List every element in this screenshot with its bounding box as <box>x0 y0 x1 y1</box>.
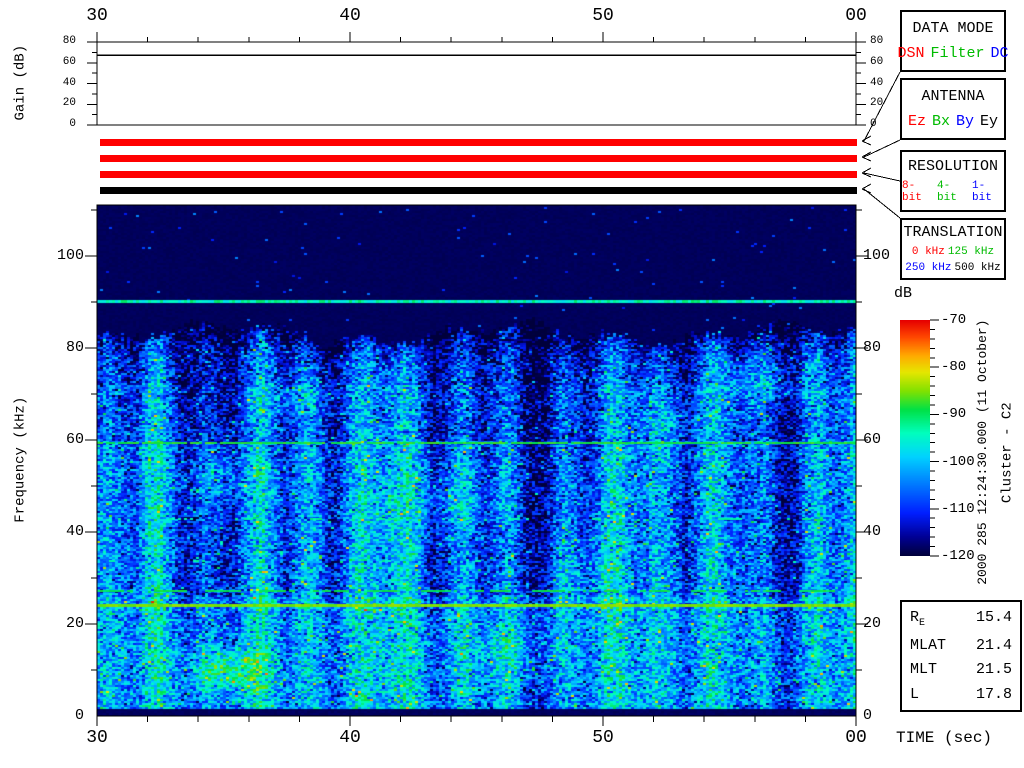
legend-option-ey: Ey <box>980 113 998 130</box>
legend-option-ez: Ez <box>908 113 926 130</box>
legend-options-row: 8-bit4-bit1-bit <box>902 180 1004 204</box>
legend-option-500-khz: 500 kHz <box>955 262 1001 274</box>
mlat-value: 21.4 <box>976 637 1012 654</box>
tick-label: -70 <box>941 313 966 327</box>
tick-label: 40 <box>870 78 883 89</box>
legend-option-dc: DC <box>991 45 1009 62</box>
ephemeris-row-re: RE 15.4 <box>910 609 1012 629</box>
tick-label: 0 <box>863 708 872 723</box>
ephemeris-row-mlat: MLAT 21.4 <box>910 637 1012 654</box>
tick-label: 0 <box>870 119 877 130</box>
status-bar-antenna <box>100 155 857 162</box>
ephemeris-box: RE 15.4 MLAT 21.4 MLT 21.5 L 17.8 <box>900 600 1022 712</box>
spacecraft-annotation: Cluster - C2 <box>1000 303 1015 603</box>
legend-option-125-khz: 125 kHz <box>948 246 994 258</box>
legend-option-by: By <box>956 113 974 130</box>
tick-label: 20 <box>48 98 76 109</box>
tick-label: 00 <box>834 7 878 25</box>
legend-option-dsn: DSN <box>897 45 924 62</box>
legend-option-bx: Bx <box>932 113 950 130</box>
tick-label: -120 <box>941 549 975 563</box>
tick-label: 80 <box>48 36 76 47</box>
tick-label: 30 <box>75 7 119 25</box>
legend-options-row: 250 kHz 500 kHz <box>905 262 1000 274</box>
tick-label: 50 <box>581 729 625 747</box>
tick-label: 100 <box>863 248 890 263</box>
tick-label: 40 <box>863 524 881 539</box>
tick-label: 0 <box>48 119 76 130</box>
tick-label: 60 <box>40 432 84 447</box>
wbd-spectrogram-page: Gain (dB) Frequency (kHz) 2000 285 12:24… <box>0 0 1024 768</box>
tick-label: 40 <box>48 78 76 89</box>
tick-label: 80 <box>870 36 883 47</box>
colorbar-units-label: dB <box>894 286 912 303</box>
spectrogram-canvas <box>97 205 856 716</box>
tick-label: -80 <box>941 360 966 374</box>
legend-option-8-bit: 8-bit <box>902 180 934 204</box>
status-bar-resolution <box>100 171 857 178</box>
legend-option-250-khz: 250 kHz <box>905 262 951 274</box>
tick-label: 00 <box>834 729 878 747</box>
antenna-title: ANTENNA <box>921 88 984 105</box>
data-mode-box: DATA MODE DSN Filter DC <box>900 10 1006 72</box>
ephemeris-row-mlt: MLT 21.5 <box>910 661 1012 678</box>
tick-label: 100 <box>40 248 84 263</box>
antenna-box: ANTENNA Ez Bx By Ey <box>900 78 1006 140</box>
frequency-axis-title: Frequency (kHz) <box>13 310 28 610</box>
tick-label: -90 <box>941 407 966 421</box>
legend-option-0-khz: 0 kHz <box>912 246 945 258</box>
mlt-value: 21.5 <box>976 661 1012 678</box>
translation-title: TRANSLATION <box>903 224 1002 241</box>
resolution-title: RESOLUTION <box>908 158 998 175</box>
re-value: 15.4 <box>976 609 1012 629</box>
time-axis-title: TIME (sec) <box>896 730 992 748</box>
tick-label: 0 <box>40 708 84 723</box>
tick-label: 80 <box>863 340 881 355</box>
tick-label: 60 <box>870 57 883 68</box>
datetime-annotation: 2000 285 12:24:30.000 (11 October) <box>976 302 990 602</box>
tick-label: 60 <box>863 432 881 447</box>
tick-label: 80 <box>40 340 84 355</box>
ephemeris-row-l: L 17.8 <box>910 686 1012 703</box>
legend-options-row: 0 kHz125 kHz <box>912 246 994 258</box>
tick-label: 40 <box>328 7 372 25</box>
tick-label: -100 <box>941 455 975 469</box>
legend-option-filter: Filter <box>931 45 985 62</box>
tick-label: 50 <box>581 7 625 25</box>
tick-label: 40 <box>40 524 84 539</box>
gain-axis-title: Gain (dB) <box>13 3 28 163</box>
status-bar-data-mode <box>100 139 857 146</box>
translation-box: TRANSLATION 0 kHz125 kHz 250 kHz 500 kHz <box>900 218 1006 280</box>
tick-label: 40 <box>328 729 372 747</box>
legend-option-1-bit: 1-bit <box>972 180 1004 204</box>
tick-label: 30 <box>75 729 119 747</box>
tick-label: -110 <box>941 502 975 516</box>
legend-options-row: DSN Filter DC <box>897 45 1008 62</box>
tick-label: 60 <box>48 57 76 68</box>
colorbar-canvas <box>900 320 930 556</box>
status-bar-translation <box>100 187 857 194</box>
tick-label: 20 <box>870 98 883 109</box>
data-mode-title: DATA MODE <box>912 20 993 37</box>
resolution-box: RESOLUTION 8-bit4-bit1-bit <box>900 150 1006 212</box>
legend-options-row: Ez Bx By Ey <box>908 113 998 130</box>
tick-label: 20 <box>40 616 84 631</box>
legend-option-4-bit: 4-bit <box>937 180 969 204</box>
tick-label: 20 <box>863 616 881 631</box>
l-value: 17.8 <box>976 686 1012 703</box>
